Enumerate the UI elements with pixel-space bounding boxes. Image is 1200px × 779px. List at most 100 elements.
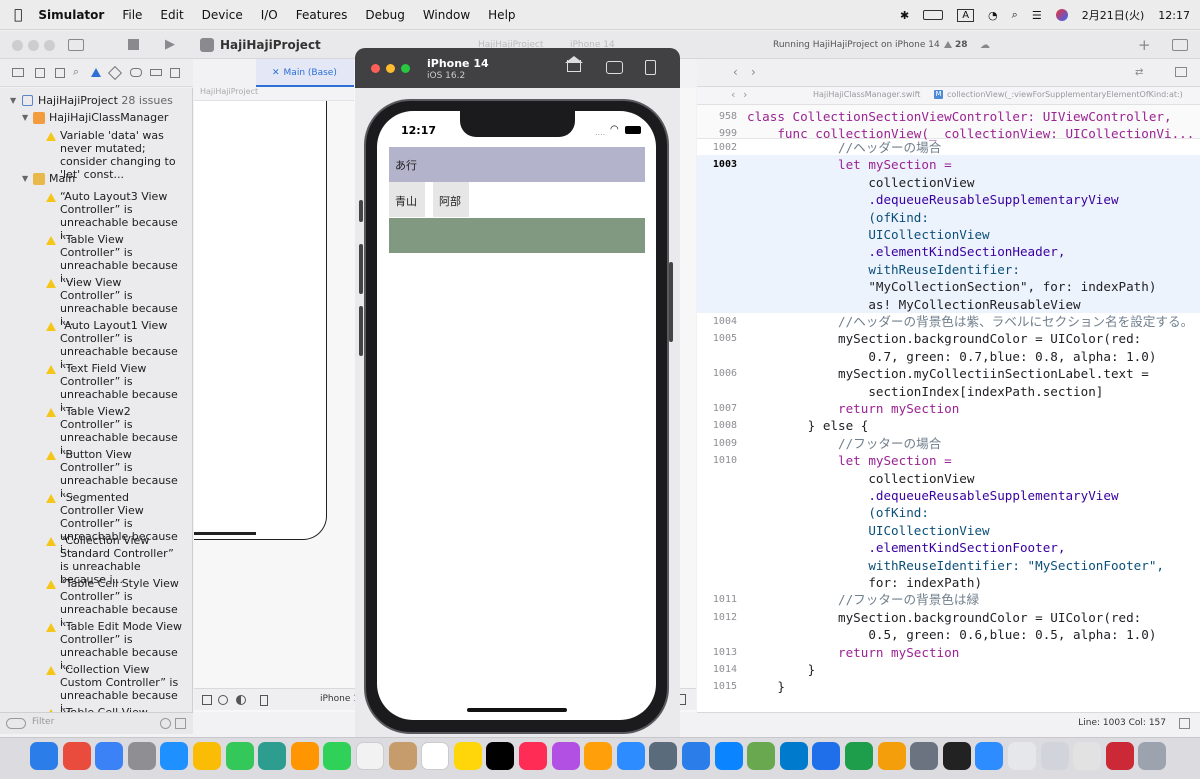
code-line[interactable]: .elementKindSectionHeader, — [747, 243, 1065, 260]
stop-button[interactable] — [128, 39, 139, 50]
menu-window[interactable]: Window — [423, 8, 470, 22]
code-line[interactable]: let mySection = — [747, 452, 952, 469]
code-line[interactable]: (ofKind: — [747, 504, 929, 521]
document-outline-icon[interactable] — [202, 695, 212, 705]
split-editor-icon[interactable] — [1175, 67, 1187, 77]
dock-app-icon[interactable] — [1040, 742, 1069, 770]
code-line[interactable]: collectionView — [747, 470, 974, 487]
menu-help[interactable]: Help — [488, 8, 515, 22]
code-line[interactable]: 0.5, green: 0.6,blue: 0.5, alpha: 1.0) — [747, 626, 1156, 643]
collection-cell[interactable]: 青山 — [389, 182, 425, 217]
window-close-button[interactable] — [12, 40, 23, 51]
dock-app-icon[interactable] — [421, 742, 450, 770]
code-line[interactable]: .dequeueReusableSupplementaryView — [747, 487, 1118, 504]
menu-features[interactable]: Features — [296, 8, 348, 22]
dock-app-icon[interactable] — [682, 742, 710, 770]
dock-app-icon[interactable] — [453, 742, 482, 770]
code-line[interactable]: "MyCollectionSection", for: indexPath) — [747, 278, 1156, 295]
code-line[interactable]: for: indexPath) — [747, 574, 982, 591]
disclosure-icon[interactable]: ▼ — [22, 174, 28, 183]
dock-app-icon[interactable] — [486, 742, 515, 770]
code-line[interactable]: //フッターの場合 — [747, 435, 941, 452]
input-method-icon[interactable]: A — [957, 8, 975, 22]
back-icon[interactable]: ‹ — [733, 65, 738, 79]
source-control-icon[interactable] — [35, 68, 45, 78]
orientation-icon[interactable] — [260, 695, 268, 706]
recent-filter-icon[interactable] — [160, 718, 171, 729]
dock-app-icon[interactable] — [62, 742, 91, 770]
editor-tab-main[interactable]: ✕ Main (Base) — [256, 59, 354, 87]
side-button[interactable] — [359, 200, 363, 222]
dock-app-icon[interactable] — [910, 742, 939, 770]
project-row[interactable]: HajiHajiProject 28 issues — [38, 94, 188, 107]
code-line[interactable]: //ヘッダーの場合 — [747, 139, 941, 156]
screenshot-icon[interactable] — [606, 61, 623, 74]
dock-app-icon[interactable] — [225, 742, 254, 770]
battery-icon[interactable] — [923, 10, 944, 20]
dock-app-icon[interactable] — [551, 742, 580, 770]
siri-icon[interactable] — [1055, 9, 1068, 21]
code-line[interactable]: .dequeueReusableSupplementaryView — [747, 191, 1118, 208]
jump-back-icon[interactable]: ‹ — [731, 88, 735, 101]
code-line[interactable]: return mySection — [747, 400, 959, 417]
dock-app-icon[interactable] — [356, 742, 384, 770]
code-line[interactable]: mySection.backgroundColor = UIColor(red: — [747, 609, 1141, 626]
dock-app-icon[interactable] — [877, 742, 906, 770]
dock-app-icon[interactable] — [290, 742, 319, 770]
app-menu[interactable]: Simulator — [38, 8, 104, 22]
issue-item[interactable]: Variable 'data' was never mutated; consi… — [60, 129, 184, 181]
inspector-toggle-icon[interactable] — [1172, 39, 1188, 51]
dock-app-icon[interactable] — [779, 742, 808, 770]
code-line[interactable]: //ヘッダーの背景色は紫、ラベルにセクション名を設定する。 — [747, 313, 1193, 330]
code-line[interactable]: as! MyCollectionReusableView — [747, 296, 1080, 313]
dock-app-icon[interactable] — [323, 742, 352, 770]
dock-app-icon[interactable] — [845, 742, 873, 770]
filter-icon[interactable] — [6, 718, 26, 729]
sim-minimize-button[interactable] — [386, 64, 395, 73]
storyboard-scene[interactable] — [194, 98, 327, 540]
breakpoint-icon[interactable] — [150, 69, 162, 76]
volume-down-button[interactable] — [359, 306, 363, 356]
control-center-icon[interactable]: ☰ — [1032, 9, 1042, 22]
code-line[interactable]: //フッターの背景色は緑 — [747, 591, 979, 608]
group-classmanager[interactable]: HajiHajiClassManager — [49, 111, 168, 124]
dock-app-icon[interactable] — [975, 742, 1004, 770]
dock-app-icon[interactable] — [1008, 742, 1036, 770]
code-line[interactable]: mySection.myCollectiinSectionLabel.text … — [747, 365, 1149, 382]
minimap-icon[interactable] — [1179, 718, 1190, 729]
menu-debug[interactable]: Debug — [365, 8, 404, 22]
code-line[interactable]: withReuseIdentifier: "MySectionFooter", — [747, 557, 1164, 574]
code-line[interactable]: sectionIndex[indexPath.section] — [747, 383, 1103, 400]
sim-zoom-button[interactable] — [401, 64, 410, 73]
menu-date[interactable]: 2月21日(火) — [1082, 7, 1145, 23]
power-button[interactable] — [669, 262, 673, 342]
cloud-icon[interactable]: ☁ — [980, 40, 990, 51]
report-icon[interactable] — [170, 68, 180, 78]
sim-close-button[interactable] — [371, 64, 380, 73]
dock-app-icon[interactable] — [747, 742, 776, 770]
issue-navigator-icon[interactable] — [91, 68, 101, 77]
breadcrumb-project[interactable]: HajiHajiProject — [200, 87, 258, 96]
dock-app-icon[interactable] — [388, 742, 417, 770]
dock-app-icon[interactable] — [942, 742, 971, 770]
search-icon[interactable]: ⌕ — [1012, 8, 1018, 22]
jump-forward-icon[interactable]: › — [743, 88, 747, 101]
code-line[interactable]: .elementKindSectionFooter, — [747, 539, 1065, 556]
sidebar-toggle-icon[interactable] — [68, 39, 84, 51]
issue-filter-icon[interactable] — [175, 718, 186, 729]
dock-app-icon[interactable] — [95, 742, 124, 770]
code-line[interactable]: return mySection — [747, 644, 959, 661]
dock-app-icon[interactable] — [584, 742, 613, 770]
dark-mode-icon[interactable] — [236, 695, 246, 705]
menu-device[interactable]: Device — [202, 8, 243, 22]
code-line[interactable]: } — [747, 678, 785, 695]
filter-input[interactable]: Filter — [32, 717, 54, 727]
symbol-icon[interactable] — [55, 68, 65, 78]
code-line[interactable]: class CollectionSectionViewController: U… — [747, 108, 1172, 125]
group-main[interactable]: Main — [49, 172, 75, 185]
code-line[interactable]: } else { — [747, 417, 869, 434]
disclosure-icon[interactable]: ▼ — [22, 113, 28, 122]
code-line[interactable]: (ofKind: — [747, 209, 929, 226]
rotate-icon[interactable] — [645, 60, 656, 75]
code-line[interactable]: 0.7, green: 0.7,blue: 0.8, alpha: 1.0) — [747, 348, 1156, 365]
